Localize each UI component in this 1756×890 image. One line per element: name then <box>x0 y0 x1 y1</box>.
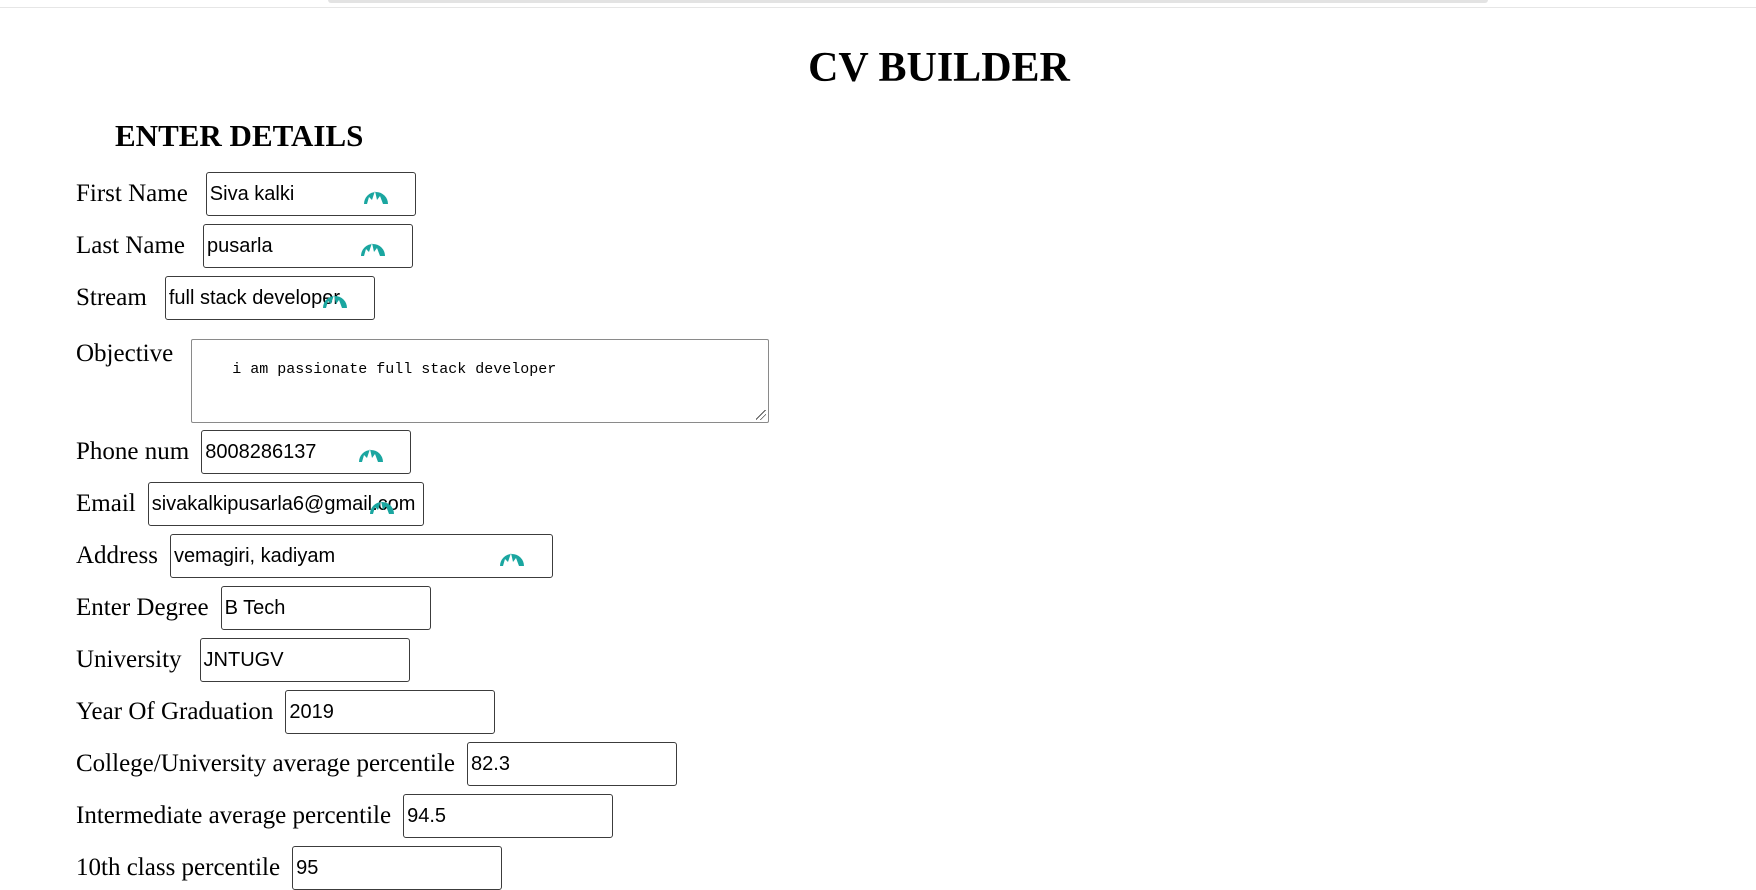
university-value: JNTUGV <box>203 648 284 671</box>
password-manager-icon[interactable] <box>499 545 525 567</box>
college-percentile-row: College/University average percentile 82… <box>76 742 678 786</box>
email-input[interactable]: sivakalkipusarla6@gmail.com <box>147 482 424 526</box>
year-of-graduation-label: Year Of Graduation <box>76 698 274 725</box>
password-manager-icon[interactable] <box>322 287 348 309</box>
address-input[interactable]: vemagiri, kadiyam <box>169 534 553 578</box>
browser-top-divider <box>0 7 1756 8</box>
college-percentile-value: 82.3 <box>471 752 510 775</box>
resize-handle[interactable] <box>756 410 767 420</box>
address-label: Address <box>76 542 158 569</box>
intermediate-percentile-row: Intermediate average percentile 94.5 <box>76 794 614 838</box>
email-row: Email sivakalkipusarla6@gmail.com <box>76 482 424 526</box>
college-percentile-label: College/University average percentile <box>76 750 456 777</box>
stream-label: Stream <box>76 284 147 311</box>
objective-label: Objective <box>76 340 174 367</box>
address-row: Address vemagiri, kadiyam <box>76 534 553 578</box>
intermediate-percentile-input[interactable]: 94.5 <box>403 794 614 838</box>
tenth-percentile-input[interactable]: 95 <box>292 846 503 890</box>
intermediate-percentile-label: Intermediate average percentile <box>76 802 392 829</box>
intermediate-percentile-value: 94.5 <box>407 804 447 827</box>
phone-label: Phone num <box>76 438 190 465</box>
stream-value: full stack developer <box>168 286 341 309</box>
college-percentile-input[interactable]: 82.3 <box>467 742 678 786</box>
phone-row: Phone num 8008286137 <box>76 430 412 474</box>
university-input[interactable]: JNTUGV <box>199 638 410 682</box>
phone-input[interactable]: 8008286137 <box>201 430 412 474</box>
objective-value: i am passionate full stack developer <box>232 361 557 378</box>
year-of-graduation-input[interactable]: 2019 <box>285 690 496 734</box>
last-name-label: Last Name <box>76 232 185 259</box>
section-heading: ENTER DETAILS <box>115 118 364 153</box>
phone-value: 8008286137 <box>205 440 317 463</box>
first-name-value: Siva kalki <box>209 182 295 205</box>
year-of-graduation-value: 2019 <box>289 700 334 723</box>
first-name-row: First Name Siva kalki <box>76 172 416 216</box>
last-name-row: Last Name pusarla <box>76 224 413 268</box>
degree-label: Enter Degree <box>76 594 209 621</box>
degree-input[interactable]: B Tech <box>220 586 431 630</box>
stream-row: Stream full stack developer <box>76 276 375 320</box>
objective-textarea[interactable]: i am passionate full stack developer <box>191 339 770 423</box>
degree-value: B Tech <box>224 596 286 619</box>
browser-top-bar <box>328 0 1488 3</box>
year-of-graduation-row: Year Of Graduation 2019 <box>76 690 496 734</box>
last-name-value: pusarla <box>206 234 273 257</box>
password-manager-icon[interactable] <box>363 183 389 205</box>
address-value: vemagiri, kadiyam <box>173 544 336 567</box>
stream-input[interactable]: full stack developer <box>164 276 375 320</box>
tenth-percentile-row: 10th class percentile 95 <box>76 846 503 890</box>
email-label: Email <box>76 490 136 517</box>
first-name-input[interactable]: Siva kalki <box>205 172 416 216</box>
degree-row: Enter Degree B Tech <box>76 586 431 630</box>
objective-row: Objective i am passionate full stack dev… <box>76 339 770 423</box>
password-manager-icon[interactable] <box>360 235 386 257</box>
university-label: University <box>76 646 182 673</box>
first-name-label: First Name <box>76 180 188 207</box>
university-row: University JNTUGV <box>76 638 410 682</box>
page-title: CV BUILDER <box>808 45 1070 91</box>
password-manager-icon[interactable] <box>369 493 395 515</box>
tenth-percentile-value: 95 <box>296 856 319 879</box>
tenth-percentile-label: 10th class percentile <box>76 854 281 881</box>
last-name-input[interactable]: pusarla <box>202 224 413 268</box>
password-manager-icon[interactable] <box>358 441 384 463</box>
